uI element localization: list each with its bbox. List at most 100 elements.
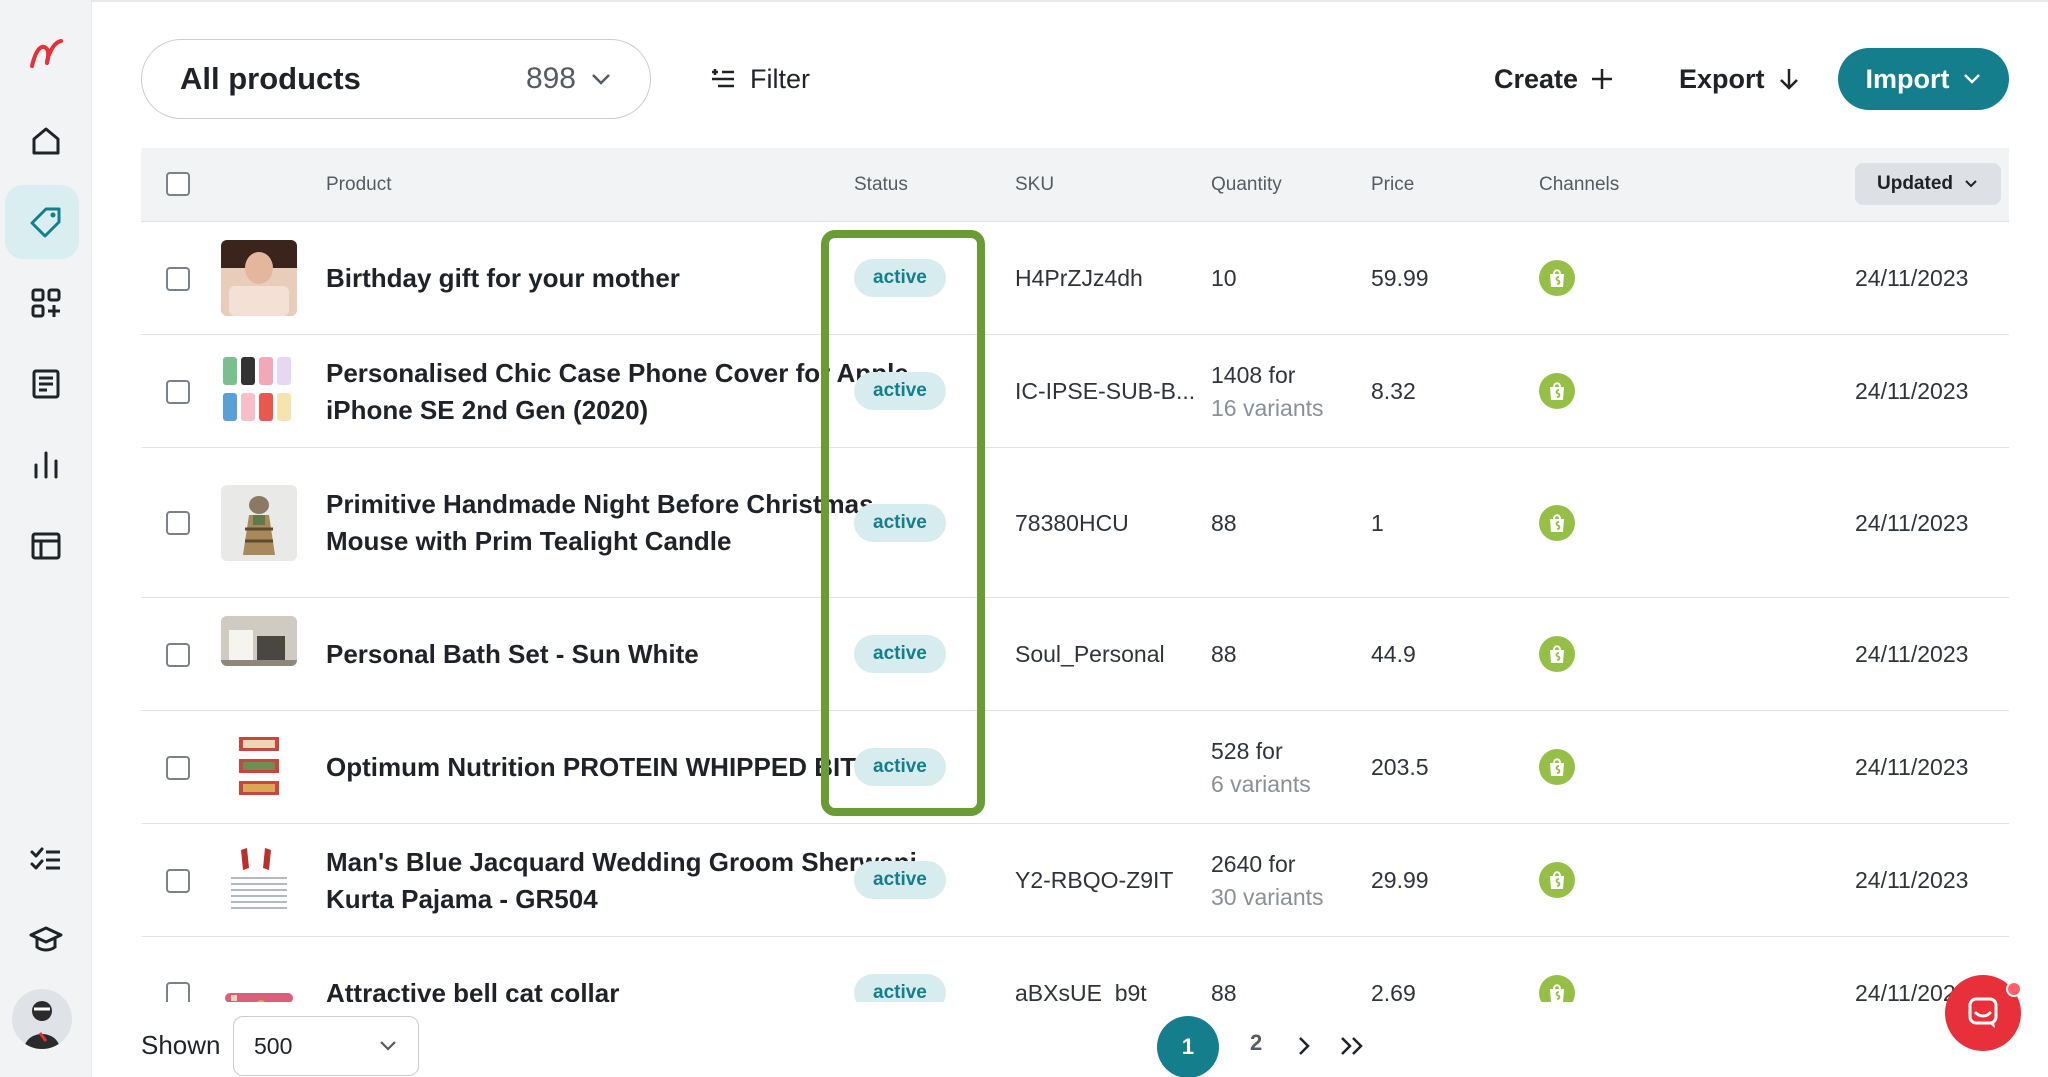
sku-cell: Y2-RBQO-Z9IT xyxy=(1015,867,1174,893)
avatar[interactable] xyxy=(12,989,72,1049)
apps-grid-icon xyxy=(31,288,61,318)
tag-icon xyxy=(30,207,61,238)
column-header-channels[interactable]: Channels xyxy=(1539,148,1619,222)
sidebar-item-apps[interactable] xyxy=(0,268,92,338)
status-badge: active xyxy=(854,372,946,410)
price-cell: 203.5 xyxy=(1371,754,1429,780)
quantity-cell: 88 xyxy=(1211,598,1237,711)
shopify-channel-icon xyxy=(1539,260,1575,296)
updated-date: 24/11/2023 xyxy=(1855,265,1969,291)
table-row[interactable]: Optimum Nutrition PROTEIN WHIPPED BITES … xyxy=(141,711,2009,824)
column-header-sku[interactable]: SKU xyxy=(1015,148,1054,222)
layout-panel-icon xyxy=(31,532,61,560)
filter-button[interactable]: Filter xyxy=(710,58,810,100)
shopify-channel-icon xyxy=(1539,505,1575,541)
quantity-cell: 2640 for 30 variants xyxy=(1211,824,1324,937)
product-thumbnail xyxy=(221,955,297,1002)
chevron-down-icon xyxy=(592,74,610,85)
sidebar xyxy=(0,0,92,1077)
table-row[interactable]: Attractive bell cat collar active aBXsUE… xyxy=(141,937,2009,1002)
export-label: Export xyxy=(1679,63,1765,94)
status-badge: active xyxy=(854,635,946,673)
updated-date: 24/11/2023 xyxy=(1855,867,1969,893)
create-button[interactable]: Create xyxy=(1494,58,1614,100)
graduation-cap-icon xyxy=(29,926,63,952)
column-header-product[interactable]: Product xyxy=(326,148,391,222)
price-cell: 2.69 xyxy=(1371,980,1416,1002)
sku-cell: IC-IPSE-SUB-B... xyxy=(1015,378,1196,404)
row-checkbox[interactable] xyxy=(166,982,190,1002)
updated-date: 24/11/2023 xyxy=(1855,509,1969,536)
table-row[interactable]: Man's Blue Jacquard Wedding Groom Sherwa… xyxy=(141,824,2009,937)
column-header-price[interactable]: Price xyxy=(1371,148,1414,222)
sku-cell: Soul_Personal xyxy=(1015,641,1165,667)
select-all-checkbox[interactable] xyxy=(166,172,190,196)
plus-icon xyxy=(1592,69,1613,89)
row-checkbox[interactable] xyxy=(166,756,190,780)
table-row[interactable]: Personalised Chic Case Phone Cover for A… xyxy=(141,335,2009,448)
product-thumbnail xyxy=(221,485,297,561)
updated-date: 24/11/2023 xyxy=(1855,378,1969,404)
top-divider xyxy=(92,0,2048,2)
page-1-button[interactable]: 1 xyxy=(1157,1016,1219,1077)
checklist-icon xyxy=(30,847,60,870)
chevron-down-icon xyxy=(380,1041,396,1051)
sidebar-item-products[interactable] xyxy=(0,185,92,259)
sort-updated-button[interactable]: Updated xyxy=(1855,163,2001,205)
filter-add-icon xyxy=(712,69,734,88)
shopify-channel-icon xyxy=(1539,862,1575,898)
status-badge: active xyxy=(854,504,946,542)
chevron-down-icon xyxy=(1965,180,1977,188)
product-thumbnail xyxy=(221,842,297,918)
sku-cell: 78380HCU xyxy=(1015,509,1129,536)
row-checkbox[interactable] xyxy=(166,869,190,893)
notification-dot xyxy=(2006,981,2022,997)
sidebar-item-orders[interactable] xyxy=(0,349,92,419)
page-size-select[interactable]: 500 xyxy=(233,1016,419,1076)
column-header-quantity[interactable]: Quantity xyxy=(1211,148,1282,222)
table-row[interactable]: Primitive Handmade Night Before Christma… xyxy=(141,448,2009,598)
collection-count: 898 xyxy=(525,62,576,95)
quantity-value: 88 xyxy=(1211,980,1237,1002)
table-row[interactable]: Personal Bath Set - Sun White active Sou… xyxy=(141,598,2009,711)
chevron-right-icon[interactable] xyxy=(1292,1034,1316,1058)
sidebar-item-analytics[interactable] xyxy=(0,430,92,500)
product-thumbnail xyxy=(221,353,297,429)
row-checkbox[interactable] xyxy=(166,380,190,404)
import-button[interactable]: Import xyxy=(1838,48,2009,110)
column-header-status[interactable]: Status xyxy=(854,148,908,222)
export-button[interactable]: Export xyxy=(1679,58,1801,100)
import-label: Import xyxy=(1865,63,1950,94)
quantity-value: 2640 for xyxy=(1211,850,1296,877)
sidebar-item-home[interactable] xyxy=(0,106,92,176)
table-header: Product Status SKU Quantity Price Channe… xyxy=(141,148,2009,222)
page-2-button[interactable]: 2 xyxy=(1250,1030,1262,1056)
status-badge: active xyxy=(854,861,946,899)
sidebar-item-tasks[interactable] xyxy=(0,823,92,893)
quantity-value: 528 for xyxy=(1211,737,1283,764)
sku-cell: aBXsUE_b9t xyxy=(1015,980,1147,1002)
arrow-down-icon xyxy=(1779,69,1798,90)
sidebar-item-academy[interactable] xyxy=(0,904,92,974)
brand-logo[interactable] xyxy=(0,18,92,88)
sku-cell: H4PrZJz4dh xyxy=(1015,265,1143,291)
sidebar-item-layout[interactable] xyxy=(0,511,92,581)
products-table-body: Birthday gift for your mother active H4P… xyxy=(141,222,2009,1002)
chevron-down-icon xyxy=(1963,74,1980,84)
collection-selector[interactable]: All products 898 xyxy=(141,39,651,119)
quantity-cell: 1408 for 16 variants xyxy=(1211,335,1324,448)
quantity-cell: 10 xyxy=(1211,222,1237,335)
row-checkbox[interactable] xyxy=(166,643,190,667)
quantity-value: 88 xyxy=(1211,509,1237,536)
row-checkbox[interactable] xyxy=(166,267,190,291)
shown-label: Shown xyxy=(141,1030,221,1060)
product-thumbnail xyxy=(221,240,297,316)
filter-label: Filter xyxy=(750,63,810,94)
shopify-channel-icon xyxy=(1539,373,1575,409)
double-chevron-right-icon[interactable] xyxy=(1338,1034,1368,1058)
quantity-cell: 528 for 6 variants xyxy=(1211,711,1311,824)
table-row[interactable]: Birthday gift for your mother active H4P… xyxy=(141,222,2009,335)
price-cell: 8.32 xyxy=(1371,378,1416,404)
quantity-variants: 16 variants xyxy=(1211,394,1324,421)
row-checkbox[interactable] xyxy=(166,511,190,535)
